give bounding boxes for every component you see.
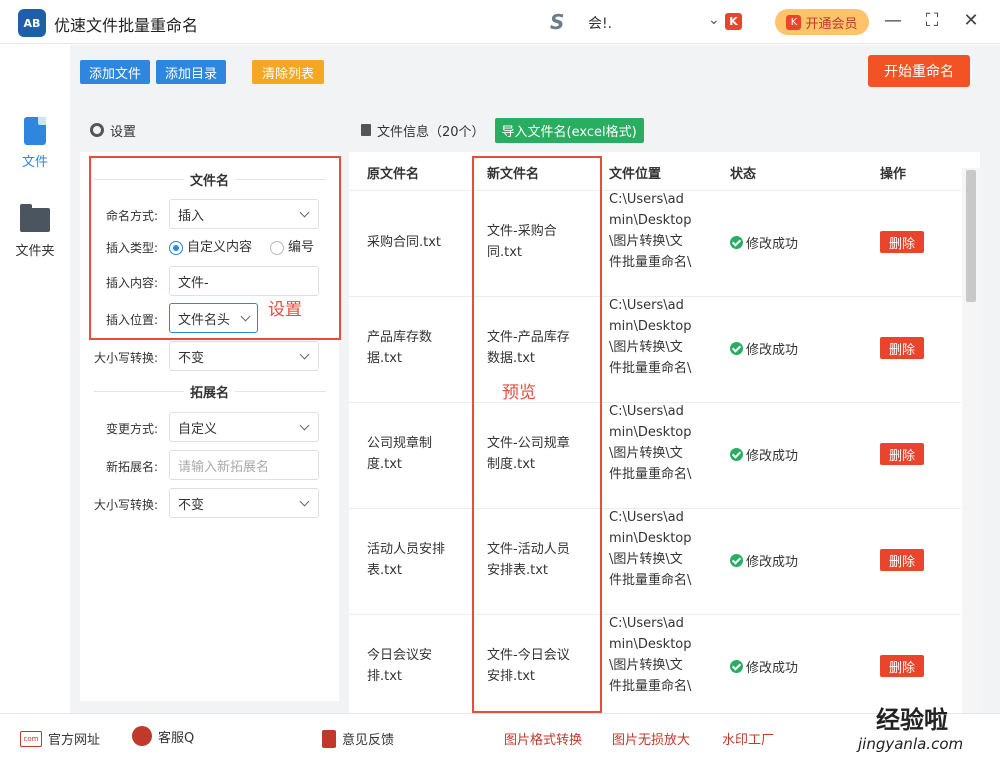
img-convert-link[interactable]: 图片格式转换 [504,729,582,748]
delete-button[interactable]: 删除 [880,549,924,571]
vip-k-icon[interactable]: K [725,13,742,30]
table-row[interactable]: 今日会议安排.txt 文件-今日会议安排.txt C:\Users\admin\… [349,614,961,713]
img-enlarge-link[interactable]: 图片无损放大 [612,729,690,748]
annotation-preview: 预览 [502,383,536,403]
service-link[interactable]: 客服Q [132,726,194,746]
file-info-header: 文件信息（20个） 导入文件名(excel格式) [349,108,980,152]
file-path: C:\Users\admin\Desktop\图片转换\文件批量重命名\ [609,404,692,482]
check-icon [730,660,743,673]
com-icon: com [20,730,42,747]
service-icon [132,726,152,746]
case-select[interactable]: 不变 [169,341,319,371]
vip-k-icon: K [786,14,802,30]
check-icon [730,342,743,355]
chevron-down-icon[interactable]: ⌄ [708,12,720,28]
case-label: 大小写转换: [93,351,158,365]
delete-button[interactable]: 删除 [880,337,924,359]
ext-case-select[interactable]: 不变 [169,488,319,518]
vip-button[interactable]: K 开通会员 [775,9,869,35]
add-file-button[interactable]: 添加文件 [80,60,150,84]
document-icon [361,124,371,136]
file-info-panel: 文件信息（20个） 导入文件名(excel格式) 原文件名 新文件名 文件位置 … [349,108,980,713]
file-icon [24,117,46,145]
orig-name: 活动人员安排表.txt [367,542,446,578]
file-path: C:\Users\admin\Desktop\图片转换\文件批量重命名\ [609,192,692,270]
ext-case-label: 大小写转换: [93,498,158,512]
delete-button[interactable]: 删除 [880,655,924,677]
gear-icon [90,123,104,137]
orig-name: 今日会议安排.txt [367,648,433,684]
chevron-down-icon [299,420,310,431]
change-mode-label: 变更方式: [105,422,158,436]
col-header-status: 状态 [730,167,757,182]
settings-header: 设置 [80,108,339,152]
start-rename-button[interactable]: 开始重命名 [868,55,970,87]
settings-title: 设置 [110,124,137,140]
check-icon [730,236,743,249]
delete-button[interactable]: 删除 [880,231,924,253]
col-header-action: 操作 [880,167,907,182]
annotation-box-settings [89,156,341,340]
main-area: 添加文件 添加目录 清除列表 开始重命名 设置 文件名 命名方式: 插入 插入类… [70,45,1000,713]
watermark-url: jingyanla.com [858,735,964,753]
new-ext-input[interactable]: 请输入新拓展名 [169,450,319,480]
feedback-link[interactable]: 意见反馈 [322,729,394,748]
chevron-down-icon [299,496,310,507]
orig-name: 采购合同.txt [367,235,442,250]
website-link[interactable]: com 官方网址 [20,729,100,748]
add-dir-button[interactable]: 添加目录 [156,60,226,84]
scrollbar[interactable] [962,168,980,713]
status-badge: 修改成功 [730,339,798,358]
nav-file-label: 文件 [21,155,48,170]
maximize-button[interactable]: ⛶ [921,10,943,31]
nav-item-file[interactable]: 文件 [0,117,70,170]
ext-section-title: 拓展名 [80,382,339,401]
table-row[interactable]: 采购合同.txt 文件-采购合同.txt C:\Users\admin\Desk… [349,190,961,296]
file-path: C:\Users\admin\Desktop\图片转换\文件批量重命名\ [609,510,692,588]
nav-folder-label: 文件夹 [15,244,55,259]
title-bar: AB 优速文件批量重命名 S 会!. ⌄ K K 开通会员 — ⛶ ✕ [0,0,1000,44]
clear-list-button[interactable]: 清除列表 [252,60,324,84]
import-excel-button[interactable]: 导入文件名(excel格式) [494,117,644,143]
close-button[interactable]: ✕ [960,10,982,31]
new-ext-label: 新拓展名: [105,460,158,474]
orig-name: 产品库存数据.txt [367,330,433,366]
vip-label: 开通会员 [805,16,858,32]
table-row[interactable]: 产品库存数据.txt 文件-产品库存数据.txt C:\Users\admin\… [349,296,961,402]
file-path: C:\Users\admin\Desktop\图片转换\文件批量重命名\ [609,298,692,376]
left-nav: 文件 文件夹 [0,45,70,713]
folder-icon [20,204,50,232]
status-badge: 修改成功 [730,233,798,252]
file-info-title: 文件信息（20个） [377,124,485,140]
file-path: C:\Users\admin\Desktop\图片转换\文件批量重命名\ [609,616,692,694]
orig-name: 公司规章制度.txt [367,436,433,472]
footer-bar: com 官方网址 客服Q 意见反馈 图片格式转换 图片无损放大 水印工厂 [0,713,1000,760]
status-badge: 修改成功 [730,445,798,464]
col-header-orig: 原文件名 [367,167,420,182]
watermark-link[interactable]: 水印工厂 [722,729,774,748]
minimize-button[interactable]: — [882,10,904,31]
delete-button[interactable]: 删除 [880,443,924,465]
scrollbar-thumb[interactable] [966,170,976,302]
watermark-brand: 经验啦 [876,706,948,734]
col-header-path: 文件位置 [609,167,662,182]
nav-item-folder[interactable]: 文件夹 [0,204,70,259]
app-title: 优速文件批量重命名 [54,16,199,35]
feedback-icon [322,729,336,748]
status-badge: 修改成功 [730,551,798,570]
user-name[interactable]: 会!. [588,13,612,33]
change-mode-select[interactable]: 自定义 [169,412,319,442]
table-row[interactable]: 公司规章制度.txt 文件-公司规章制度.txt C:\Users\admin\… [349,402,961,508]
annotation-settings: 设置 [268,300,302,320]
annotation-box-preview [472,156,602,713]
check-icon [730,448,743,461]
user-avatar-icon[interactable]: S [550,10,564,34]
chevron-down-icon [299,349,310,360]
status-badge: 修改成功 [730,657,798,676]
table-row[interactable]: 活动人员安排表.txt 文件-活动人员安排表.txt C:\Users\admi… [349,508,961,614]
app-logo: AB [18,9,46,37]
check-icon [730,554,743,567]
